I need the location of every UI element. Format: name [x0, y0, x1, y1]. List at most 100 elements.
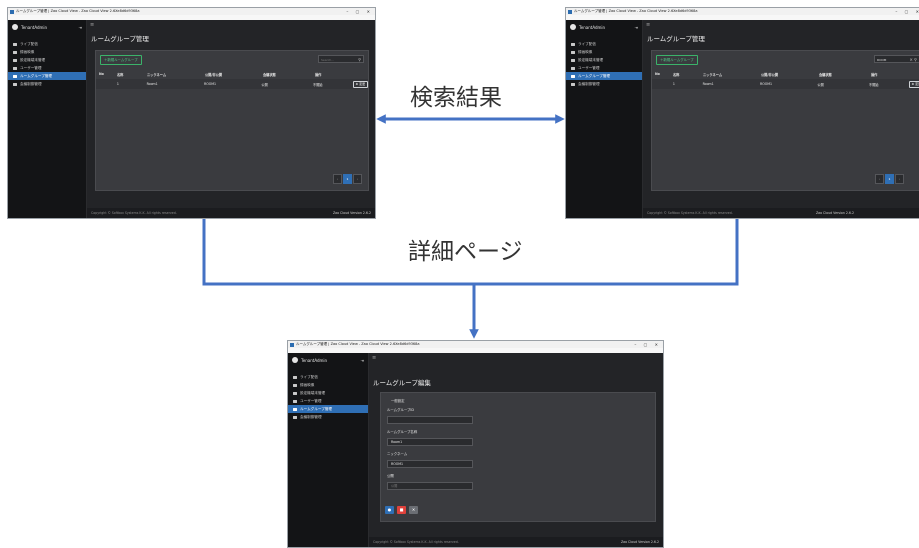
user-name: TenantAdmin	[579, 24, 606, 30]
sidebar-item-recordings[interactable]: 録画映像	[566, 48, 642, 56]
search-input[interactable]: ROOM × ⚲	[874, 55, 919, 63]
sidebar-item-room-groups[interactable]: ルームグループ管理	[288, 405, 368, 413]
sidebar-item-recordings[interactable]: 録画映像	[8, 48, 86, 56]
window-controls[interactable]: – ▢ ✕	[634, 341, 661, 348]
edit-button[interactable]: ⚙ 変更	[352, 80, 368, 88]
col-visibility[interactable]: 公開/非公開	[202, 72, 260, 77]
screenshot-detail-page: ルームグループ管理 | Zao Cloud View - Zao Cloud V…	[287, 340, 664, 548]
section-title: 一般設定	[391, 399, 405, 403]
copyright: Copyright © Softbox Systems K.K. All rig…	[91, 211, 177, 215]
edit-button[interactable]: ⚙ 変更	[908, 80, 919, 88]
col-status[interactable]: 会議状態	[816, 72, 868, 77]
window-title: ルームグループ管理 | Zao Cloud View - Zao Cloud V…	[296, 342, 420, 346]
app-icon	[10, 9, 14, 14]
hamburger-icon[interactable]: ≡	[90, 22, 94, 28]
clear-search-icon[interactable]: × ⚲	[909, 56, 917, 64]
sidebar-item-meeting-control[interactable]: 会議制御管理	[288, 413, 368, 421]
device-icon	[571, 58, 575, 62]
logout-icon[interactable]: ⇥	[635, 25, 638, 30]
film-icon	[13, 50, 17, 54]
cell-visibility: 公開	[817, 82, 824, 87]
sidebar-item-devices[interactable]: 設定機端末管理	[566, 56, 642, 64]
logout-icon[interactable]: ⇥	[361, 358, 364, 363]
group-icon	[571, 74, 575, 78]
add-room-group-button[interactable]: ＋新規ルームグループ	[656, 55, 698, 65]
table-row[interactable]: 1 Room1 ROOM1 公開 不開始 ⚙ 変更	[96, 79, 368, 89]
sidebar-item-live[interactable]: ライブ配信	[288, 373, 368, 381]
sidebar-item-meeting-control[interactable]: 会議制御管理	[566, 80, 642, 88]
col-status[interactable]: 会議状態	[260, 72, 312, 77]
pagination: ‹ 1 ›	[332, 174, 362, 184]
col-nickname[interactable]: ニックネーム	[700, 72, 758, 77]
window-titlebar: ルームグループ管理 | Zao Cloud View - Zao Cloud V…	[8, 8, 375, 15]
avatar-icon	[570, 24, 576, 30]
nickname-field[interactable]: ROOM1	[387, 460, 473, 468]
sidebar-item-live[interactable]: ライブ配信	[8, 40, 86, 48]
page-1[interactable]: 1	[885, 174, 894, 184]
camera-icon	[293, 375, 297, 379]
hamburger-icon[interactable]: ≡	[372, 355, 376, 361]
search-input[interactable]: Search... ⚲	[318, 55, 364, 63]
add-room-group-button[interactable]: ＋新規ルームグループ	[100, 55, 142, 65]
save-button[interactable]: ●	[385, 506, 394, 514]
page-prev[interactable]: ‹	[333, 174, 342, 184]
col-nickname[interactable]: ニックネーム	[144, 72, 202, 77]
table-row[interactable]: 1 Room1 ROOM1 公開 不開始 ⚙ 変更	[652, 79, 919, 89]
public-select[interactable]: 公開	[387, 482, 473, 490]
page-prev[interactable]: ‹	[875, 174, 884, 184]
sidebar-item-room-groups[interactable]: ルームグループ管理	[566, 72, 642, 80]
device-icon	[293, 391, 297, 395]
room-group-id-field	[387, 416, 473, 424]
cell-action: ⚙ 変更	[906, 80, 919, 88]
avatar-icon	[292, 357, 298, 363]
sidebar-item-recordings[interactable]: 録画映像	[288, 381, 368, 389]
sidebar-item-room-groups[interactable]: ルームグループ管理	[8, 72, 86, 80]
copyright: Copyright © Softbox Systems K.K. All rig…	[647, 211, 733, 215]
sidebar-item-users[interactable]: ユーザー管理	[8, 64, 86, 72]
sidebar-item-users[interactable]: ユーザー管理	[288, 397, 368, 405]
sidebar-item-devices[interactable]: 設定機端末管理	[288, 389, 368, 397]
page-next[interactable]: ›	[895, 174, 904, 184]
cell-status: 公開	[261, 82, 268, 87]
main-content: ≡ ルームグループ編集 一般設定 ルームグループID ルームグループ名称 Roo…	[369, 353, 663, 547]
col-name[interactable]: 名称	[114, 72, 144, 77]
detail-page-label: 詳細ページ	[408, 239, 523, 265]
page-title: ルームグループ管理	[647, 35, 705, 43]
window-controls[interactable]: – ▢ ✕	[346, 8, 373, 15]
camera-icon	[13, 42, 17, 46]
room-group-name-field[interactable]: Room1	[387, 438, 473, 446]
col-no: No	[655, 72, 660, 76]
back-button[interactable]: ✕	[409, 506, 418, 514]
page-next[interactable]: ›	[353, 174, 362, 184]
copyright: Copyright © Softbox Systems K.K. All rig…	[373, 540, 459, 544]
col-visibility[interactable]: 公開/非公開	[758, 72, 816, 77]
sidebar-item-users[interactable]: ユーザー管理	[566, 64, 642, 72]
cell-nickname: Room1	[146, 82, 158, 86]
col-no: No	[99, 72, 104, 76]
window-title: ルームグループ管理 | Zao Cloud View - Zao Cloud V…	[16, 9, 140, 13]
version: Zao Cloud Version 2.6.2	[332, 211, 371, 215]
pagination: ‹ 1 ›	[874, 174, 904, 184]
col-action: 操作	[315, 72, 322, 77]
meeting-icon	[293, 415, 297, 419]
logout-icon[interactable]: ⇥	[79, 25, 82, 30]
sidebar: TenantAdmin ⇥ ライブ配信 録画映像 設定機端末管理 ユーザー管理 …	[288, 353, 369, 547]
table-header: No 名称 ニックネーム 公開/非公開 会議状態 操作	[96, 70, 368, 78]
screenshot-search-result: ルームグループ管理 | Zao Cloud View - Zao Cloud V…	[565, 7, 919, 219]
window-controls[interactable]: – ▢ ✕	[895, 8, 919, 15]
cell-state: 不開始	[312, 82, 323, 87]
group-icon	[293, 407, 297, 411]
delete-button[interactable]: ■	[397, 506, 406, 514]
hamburger-icon[interactable]: ≡	[646, 22, 650, 28]
sidebar-item-live[interactable]: ライブ配信	[566, 40, 642, 48]
cell-no: 1	[116, 82, 119, 86]
sidebar-item-devices[interactable]: 設定機端末管理	[8, 56, 86, 64]
sidebar-item-meeting-control[interactable]: 会議制御管理	[8, 80, 86, 88]
page-title: ルームグループ編集	[373, 379, 431, 387]
user-icon	[293, 399, 297, 403]
col-name[interactable]: 名称	[670, 72, 700, 77]
cell-no: 1	[672, 82, 675, 86]
screenshot-list-page: ルームグループ管理 | Zao Cloud View - Zao Cloud V…	[7, 7, 376, 219]
page-1[interactable]: 1	[343, 174, 352, 184]
field-label-id: ルームグループID	[387, 408, 415, 412]
